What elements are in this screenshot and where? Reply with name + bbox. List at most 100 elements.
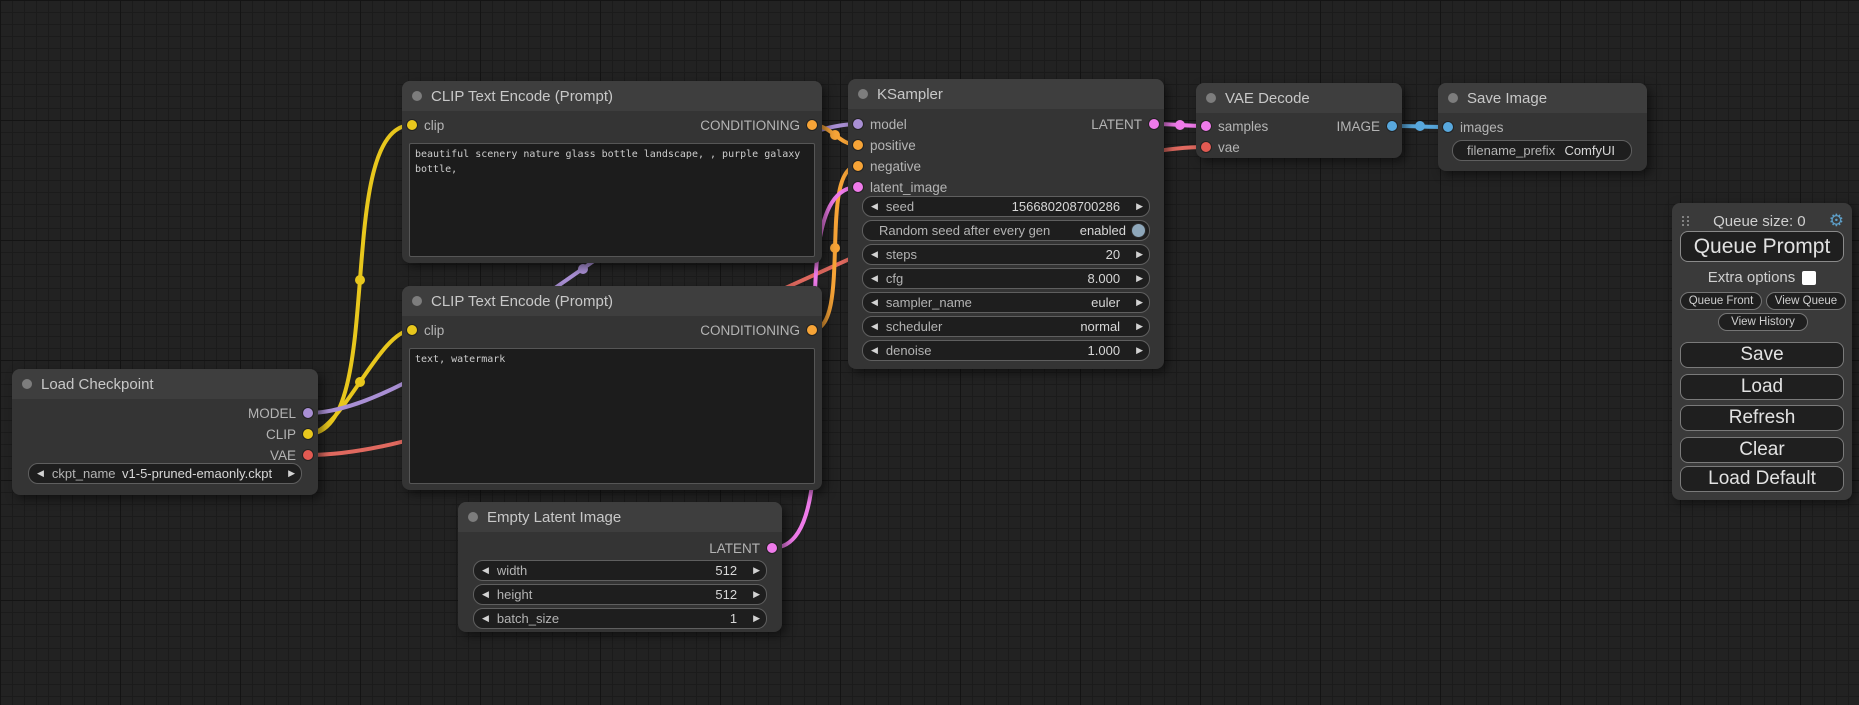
latent-port-icon[interactable] <box>853 182 863 192</box>
increment-arrow-icon[interactable]: ▶ <box>282 469 301 479</box>
node-empty-latent-image[interactable]: Empty Latent Image LATENT ◀ width 512 ▶ … <box>458 502 782 632</box>
decrement-arrow-icon[interactable]: ◀ <box>863 322 886 332</box>
seed-widget[interactable]: ◀ seed 156680208700286 ▶ <box>862 196 1150 217</box>
image-port-icon[interactable] <box>1387 121 1397 131</box>
clip-port-icon[interactable] <box>407 325 417 335</box>
conditioning-port-icon[interactable] <box>807 120 817 130</box>
collapse-dot-icon[interactable] <box>1206 93 1216 103</box>
decrement-arrow-icon[interactable]: ◀ <box>863 250 886 260</box>
samples-port-icon[interactable] <box>1201 121 1211 131</box>
conditioning-port-icon[interactable] <box>853 161 863 171</box>
clip-port-icon[interactable] <box>407 120 417 130</box>
view-queue-button[interactable]: View Queue <box>1766 292 1846 310</box>
images-port-icon[interactable] <box>1443 122 1453 132</box>
collapse-dot-icon[interactable] <box>468 512 478 522</box>
node-vae-decode[interactable]: VAE Decode samples IMAGE vae <box>1196 83 1402 158</box>
refresh-button[interactable]: Refresh <box>1680 405 1844 431</box>
ckpt-name-widget[interactable]: ◀ ckpt_name v1-5-pruned-emaonly.ckpt ▶ <box>28 463 302 484</box>
node-title-bar[interactable]: CLIP Text Encode (Prompt) <box>402 81 822 111</box>
prompt-textarea[interactable]: text, watermark <box>409 348 815 484</box>
node-title-bar[interactable]: KSampler <box>848 79 1164 109</box>
slot-row: samples IMAGE <box>1196 118 1402 134</box>
collapse-dot-icon[interactable] <box>858 89 868 99</box>
model-port-icon[interactable] <box>853 119 863 129</box>
menu-header: Queue size: 0 ⚙ <box>1672 211 1852 231</box>
collapse-dot-icon[interactable] <box>412 91 422 101</box>
output-slot-vae: VAE <box>12 447 318 463</box>
decrement-arrow-icon[interactable]: ◀ <box>474 614 497 624</box>
increment-arrow-icon[interactable]: ▶ <box>1130 274 1149 284</box>
node-load-checkpoint[interactable]: Load Checkpoint MODEL CLIP VAE ◀ ckpt_na… <box>12 369 318 495</box>
node-title: VAE Decode <box>1225 90 1310 107</box>
batch-size-widget[interactable]: ◀ batch_size 1 ▶ <box>473 608 767 629</box>
queue-prompt-button[interactable]: Queue Prompt <box>1680 231 1844 262</box>
node-title: Save Image <box>1467 90 1547 107</box>
drag-handle-icon[interactable] <box>1682 216 1690 226</box>
input-slot-latent-image: latent_image <box>848 179 1164 195</box>
view-history-button[interactable]: View History <box>1718 313 1808 331</box>
increment-arrow-icon[interactable]: ▶ <box>747 566 766 576</box>
decrement-arrow-icon[interactable]: ◀ <box>474 566 497 576</box>
node-clip-text-encode-positive[interactable]: CLIP Text Encode (Prompt) clip CONDITION… <box>402 81 822 263</box>
input-slot-images: images <box>1438 119 1647 135</box>
increment-arrow-icon[interactable]: ▶ <box>1130 346 1149 356</box>
cfg-widget[interactable]: ◀ cfg 8.000 ▶ <box>862 268 1150 289</box>
toggle-dot-icon[interactable] <box>1131 223 1146 238</box>
latent-port-icon[interactable] <box>767 543 777 553</box>
collapse-dot-icon[interactable] <box>1448 93 1458 103</box>
collapse-dot-icon[interactable] <box>412 296 422 306</box>
latent-port-icon[interactable] <box>1149 119 1159 129</box>
increment-arrow-icon[interactable]: ▶ <box>1130 322 1149 332</box>
queue-size-label: Queue size: 0 <box>1690 213 1829 230</box>
decrement-arrow-icon[interactable]: ◀ <box>863 298 886 308</box>
width-widget[interactable]: ◀ width 512 ▶ <box>473 560 767 581</box>
slot-row: clip CONDITIONING <box>402 322 822 338</box>
increment-arrow-icon[interactable]: ▶ <box>1130 202 1149 212</box>
decrement-arrow-icon[interactable]: ◀ <box>29 469 52 479</box>
slot-row: clip CONDITIONING <box>402 117 822 133</box>
conditioning-port-icon[interactable] <box>853 140 863 150</box>
node-title-bar[interactable]: Save Image <box>1438 83 1647 113</box>
vae-port-icon[interactable] <box>303 450 313 460</box>
clip-port-icon[interactable] <box>303 429 313 439</box>
node-clip-text-encode-negative[interactable]: CLIP Text Encode (Prompt) clip CONDITION… <box>402 286 822 490</box>
node-ksampler[interactable]: KSampler model LATENT positive negative … <box>848 79 1164 369</box>
filename-prefix-widget[interactable]: filename_prefix ComfyUI <box>1452 140 1632 161</box>
increment-arrow-icon[interactable]: ▶ <box>1130 298 1149 308</box>
denoise-widget[interactable]: ◀ denoise 1.000 ▶ <box>862 340 1150 361</box>
steps-widget[interactable]: ◀ steps 20 ▶ <box>862 244 1150 265</box>
node-title-bar[interactable]: VAE Decode <box>1196 83 1402 113</box>
load-default-button[interactable]: Load Default <box>1680 466 1844 492</box>
node-title-bar[interactable]: Load Checkpoint <box>12 369 318 399</box>
save-button[interactable]: Save <box>1680 342 1844 368</box>
collapse-dot-icon[interactable] <box>22 379 32 389</box>
scheduler-widget[interactable]: ◀ scheduler normal ▶ <box>862 316 1150 337</box>
height-widget[interactable]: ◀ height 512 ▶ <box>473 584 767 605</box>
node-title: CLIP Text Encode (Prompt) <box>431 88 613 105</box>
model-port-icon[interactable] <box>303 408 313 418</box>
decrement-arrow-icon[interactable]: ◀ <box>863 202 886 212</box>
decrement-arrow-icon[interactable]: ◀ <box>863 346 886 356</box>
extra-options-label: Extra options <box>1708 269 1796 286</box>
node-title-bar[interactable]: CLIP Text Encode (Prompt) <box>402 286 822 316</box>
input-slot-vae: vae <box>1196 139 1402 155</box>
input-slot-negative: negative <box>848 158 1164 174</box>
increment-arrow-icon[interactable]: ▶ <box>747 614 766 624</box>
random-seed-toggle-widget[interactable]: Random seed after every gen enabled <box>862 220 1150 241</box>
load-button[interactable]: Load <box>1680 374 1844 400</box>
node-title-bar[interactable]: Empty Latent Image <box>458 502 782 532</box>
decrement-arrow-icon[interactable]: ◀ <box>863 274 886 284</box>
node-save-image[interactable]: Save Image images filename_prefix ComfyU… <box>1438 83 1647 171</box>
gear-icon[interactable]: ⚙ <box>1829 213 1844 230</box>
vae-port-icon[interactable] <box>1201 142 1211 152</box>
clear-button[interactable]: Clear <box>1680 437 1844 463</box>
extra-options-checkbox[interactable] <box>1802 271 1816 285</box>
graph-canvas[interactable]: Load Checkpoint MODEL CLIP VAE ◀ ckpt_na… <box>0 0 1859 705</box>
increment-arrow-icon[interactable]: ▶ <box>747 590 766 600</box>
queue-front-button[interactable]: Queue Front <box>1680 292 1762 310</box>
decrement-arrow-icon[interactable]: ◀ <box>474 590 497 600</box>
conditioning-port-icon[interactable] <box>807 325 817 335</box>
sampler-name-widget[interactable]: ◀ sampler_name euler ▶ <box>862 292 1150 313</box>
increment-arrow-icon[interactable]: ▶ <box>1130 250 1149 260</box>
prompt-textarea[interactable]: beautiful scenery nature glass bottle la… <box>409 143 815 257</box>
